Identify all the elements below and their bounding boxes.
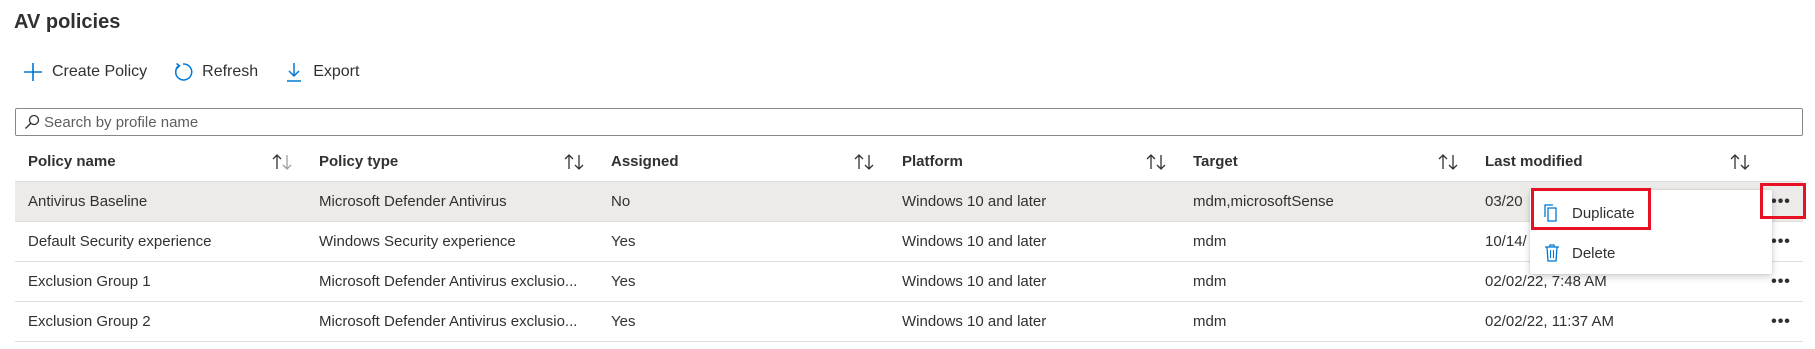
cell-policy-type: Microsoft Defender Antivirus exclusio...: [319, 273, 578, 290]
column-header-assigned[interactable]: Assigned: [611, 142, 841, 182]
cell-assigned: Yes: [611, 273, 636, 290]
create-policy-label: Create Policy: [52, 63, 148, 80]
sort-arrows-icon[interactable]: [1145, 153, 1169, 171]
more-dots-icon: •••: [1771, 313, 1791, 330]
export-button[interactable]: Export: [283, 61, 359, 83]
toolbar: Create Policy Refresh Export: [22, 58, 384, 86]
refresh-icon: [172, 61, 194, 83]
cell-policy-type: Microsoft Defender Antivirus exclusio...: [319, 313, 578, 330]
sort-arrows-icon[interactable]: [853, 153, 877, 171]
context-menu: Duplicate Delete: [1530, 190, 1772, 274]
cell-policy-type: Windows Security experience: [319, 233, 516, 250]
copy-icon: [1542, 203, 1562, 223]
more-dots-icon: •••: [1771, 273, 1791, 290]
sort-arrows-icon[interactable]: [271, 153, 295, 171]
cell-policy-name[interactable]: Exclusion Group 1: [28, 262, 263, 302]
cell-policy-name[interactable]: Exclusion Group 2: [28, 302, 263, 342]
download-icon: [283, 61, 305, 83]
cell-assigned: Yes: [611, 313, 636, 330]
cell-assigned: No: [611, 193, 631, 210]
plus-icon: [22, 61, 44, 83]
refresh-button[interactable]: Refresh: [172, 61, 258, 83]
cell-target: mdm: [1193, 233, 1227, 250]
sort-arrows-icon[interactable]: [563, 153, 587, 171]
duplicate-menu-item[interactable]: Duplicate: [1530, 194, 1772, 232]
table-row[interactable]: Exclusion Group 2 Microsoft Defender Ant…: [15, 302, 1803, 342]
more-dots-icon: •••: [1771, 233, 1791, 250]
cell-platform: Windows 10 and later: [902, 273, 1047, 290]
cell-assigned: Yes: [611, 233, 636, 250]
column-header-target[interactable]: Target: [1193, 142, 1433, 182]
trash-icon: [1542, 243, 1562, 263]
column-header-last-modified[interactable]: Last modified: [1485, 142, 1725, 182]
more-options-button[interactable]: •••: [1767, 310, 1795, 334]
delete-label: Delete: [1572, 244, 1616, 262]
search-icon: [24, 114, 40, 130]
sort-arrows-icon[interactable]: [1437, 153, 1461, 171]
page-title: AV policies: [14, 11, 121, 33]
cell-platform: Windows 10 and later: [902, 193, 1047, 210]
duplicate-label: Duplicate: [1572, 204, 1635, 222]
refresh-label: Refresh: [202, 63, 259, 80]
cell-platform: Windows 10 and later: [902, 233, 1047, 250]
cell-policy-type: Microsoft Defender Antivirus: [319, 193, 507, 210]
cell-last-modified: 02/02/22, 11:37 AM: [1485, 313, 1614, 330]
search-box[interactable]: [15, 108, 1803, 136]
cell-policy-name[interactable]: Antivirus Baseline: [28, 182, 263, 222]
table-header-row: Policy name Policy type Assigned Platfor…: [15, 142, 1803, 182]
delete-menu-item[interactable]: Delete: [1530, 234, 1772, 272]
search-input[interactable]: [44, 113, 1744, 131]
more-dots-icon: •••: [1771, 193, 1791, 210]
cell-target: mdm: [1193, 273, 1227, 290]
cell-platform: Windows 10 and later: [902, 313, 1047, 330]
export-label: Export: [313, 63, 360, 80]
cell-target: mdm,microsoftSense: [1193, 193, 1334, 210]
cell-policy-name[interactable]: Default Security experience: [28, 222, 263, 262]
cell-target: mdm: [1193, 313, 1227, 330]
av-policies-page: AV policies Create Policy Refresh Export: [0, 0, 1815, 349]
column-header-platform[interactable]: Platform: [902, 142, 1142, 182]
column-header-policy-name[interactable]: Policy name: [28, 142, 263, 182]
create-policy-button[interactable]: Create Policy: [22, 61, 147, 83]
sort-arrows-icon[interactable]: [1729, 153, 1753, 171]
